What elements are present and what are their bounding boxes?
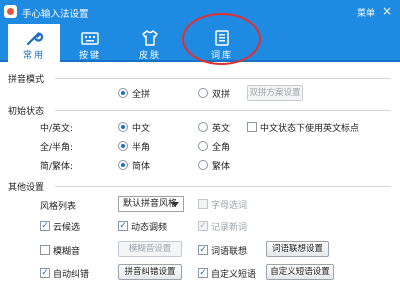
full-half-width-label: 全/半角: xyxy=(40,143,74,153)
full-pinyin-radio[interactable] xyxy=(118,88,128,98)
style-select[interactable]: 默认拼音风格 xyxy=(118,196,184,212)
other-settings-heading: 其他设置 xyxy=(8,183,45,193)
fuzzy-pinyin-checkbox[interactable] xyxy=(40,245,50,255)
tab-keys[interactable]: 按键 xyxy=(64,24,116,62)
simplified-traditional-label: 简/繁体: xyxy=(40,162,74,172)
simplified-label: 简体 xyxy=(132,162,151,172)
close-button[interactable]: × xyxy=(382,4,392,18)
word-association-label: 词语联想 xyxy=(211,247,248,257)
dynamic-frequency-checkbox[interactable]: ✓ xyxy=(118,221,128,231)
cloud-candidates-checkbox[interactable]: ✓ xyxy=(40,221,50,231)
wrench-icon xyxy=(26,32,43,46)
chevron-down-icon xyxy=(171,202,179,207)
cn-en-label: 中/英文: xyxy=(40,124,74,134)
fuzzy-settings-button[interactable]: 模糊音设置 xyxy=(118,241,182,257)
english-punctuation-label: 中文状态下使用英文标点 xyxy=(260,124,360,134)
english-punctuation-checkbox[interactable] xyxy=(247,122,257,132)
tab-keys-label: 按键 xyxy=(78,51,101,61)
keyboard-icon xyxy=(81,32,99,45)
custom-phrases-label: 自定义短语 xyxy=(211,270,257,280)
divider xyxy=(55,186,391,187)
traditional-radio[interactable] xyxy=(198,160,208,170)
letter-select-checkbox[interactable] xyxy=(198,199,208,209)
tab-skin-label: 皮肤 xyxy=(138,51,161,61)
remember-new-words-label: 记录新词 xyxy=(211,223,248,233)
style-select-value: 默认拼音风格 xyxy=(123,199,178,209)
chinese-radio[interactable] xyxy=(118,122,128,132)
association-settings-button[interactable]: 词语联想设置 xyxy=(266,241,329,257)
double-pinyin-radio[interactable] xyxy=(198,88,208,98)
style-list-label: 风格列表 xyxy=(40,202,77,212)
tshirt-icon xyxy=(142,30,158,46)
tab-skin[interactable]: 皮肤 xyxy=(124,24,176,62)
full-width-radio[interactable] xyxy=(198,141,208,151)
simplified-radio[interactable] xyxy=(118,160,128,170)
full-width-label: 全角 xyxy=(212,143,231,153)
full-pinyin-label: 全拼 xyxy=(132,90,151,100)
menu-button[interactable]: 菜单 xyxy=(357,6,375,19)
auto-correct-checkbox[interactable]: ✓ xyxy=(40,268,50,278)
divider xyxy=(55,78,391,79)
half-width-radio[interactable] xyxy=(118,141,128,151)
word-association-checkbox[interactable]: ✓ xyxy=(198,245,208,255)
english-label: 英文 xyxy=(212,124,231,134)
double-pinyin-label: 双拼 xyxy=(212,90,231,100)
dynamic-frequency-label: 动态调频 xyxy=(131,223,168,233)
english-radio[interactable] xyxy=(198,122,208,132)
tab-common-label: 常用 xyxy=(22,51,45,61)
highlight-annotation xyxy=(182,13,261,65)
window-title: 手心输入法设置 xyxy=(22,9,89,20)
custom-phrases-settings-button[interactable]: 自定义短语设置 xyxy=(266,264,334,280)
double-scheme-settings-button[interactable]: 双拼方案设置 xyxy=(247,85,303,101)
initial-state-heading: 初始状态 xyxy=(8,107,45,117)
auto-correct-label: 自动纠错 xyxy=(53,270,90,280)
cloud-candidates-label: 云候选 xyxy=(53,223,81,233)
settings-window: 手心输入法设置 菜单 × 常用 按键 皮肤 词库 拼音模式 全拼 双拼 双拼方案… xyxy=(0,0,400,291)
tab-common[interactable]: 常用 xyxy=(8,24,60,62)
custom-phrases-checkbox[interactable]: ✓ xyxy=(198,268,208,278)
chinese-label: 中文 xyxy=(132,124,151,134)
divider xyxy=(55,110,391,111)
pinyin-mode-heading: 拼音模式 xyxy=(8,75,45,85)
fuzzy-pinyin-label: 模糊音 xyxy=(53,247,81,257)
pinyin-correct-settings-button[interactable]: 拼音纠错设置 xyxy=(118,264,182,280)
remember-new-words-checkbox[interactable]: ✓ xyxy=(198,221,208,231)
app-logo-icon xyxy=(4,5,17,18)
half-width-label: 半角 xyxy=(132,143,151,153)
letter-select-label: 字母选词 xyxy=(211,201,248,211)
traditional-label: 繁体 xyxy=(212,162,231,172)
